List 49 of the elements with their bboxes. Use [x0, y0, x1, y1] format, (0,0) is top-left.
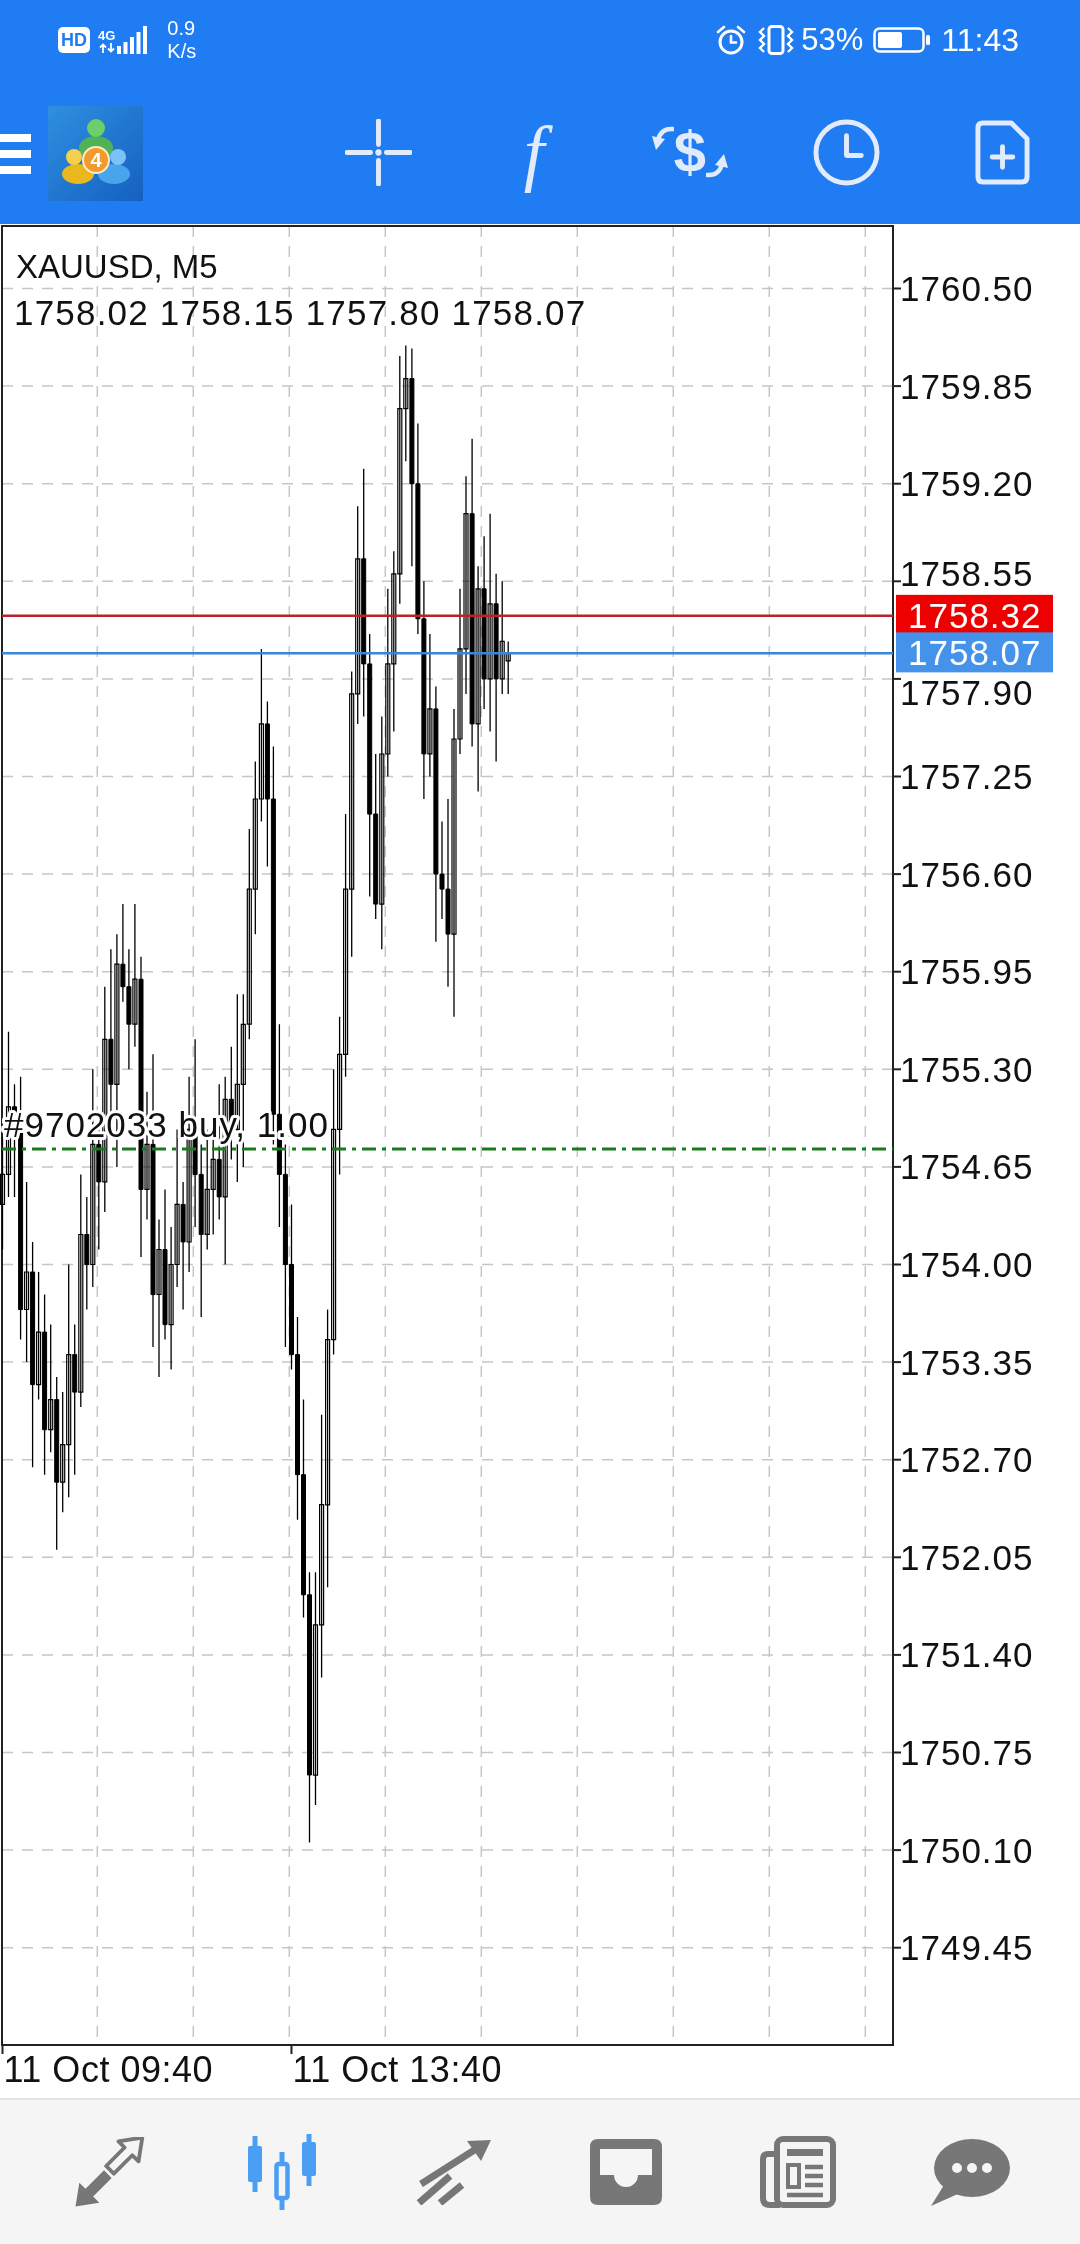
price-axis-label: 1754.00	[900, 1245, 1034, 1284]
signal-bars-icon	[117, 26, 148, 54]
menu-button[interactable]	[0, 131, 31, 177]
price-axis-label: 1753.35	[900, 1342, 1034, 1382]
price-axis-label: 1755.95	[900, 952, 1034, 992]
price-axis-label: 1750.75	[900, 1733, 1034, 1772]
status-time: 11:43	[941, 21, 1019, 59]
chat-bubble-icon	[928, 2137, 1012, 2207]
price-axis-label: 1751.40	[900, 1635, 1034, 1675]
clock-icon	[812, 118, 880, 186]
battery-icon	[873, 27, 932, 53]
app-logo-icon: 4	[48, 105, 143, 201]
price-axis-label: 1757.90	[900, 673, 1034, 713]
diagonal-arrows-icon	[73, 2137, 147, 2207]
price-axis-label: 1750.10	[900, 1830, 1034, 1870]
alarm-clock-icon	[715, 24, 748, 56]
price-axis-label: 1756.60	[900, 854, 1034, 894]
network-type-label: 4G	[98, 27, 116, 43]
newspaper-icon	[760, 2136, 836, 2208]
battery-percent: 53%	[801, 22, 864, 58]
document-plus-icon	[974, 119, 1030, 185]
price-axis-label: 1752.70	[900, 1440, 1034, 1480]
hd-indicator: HD	[58, 27, 90, 53]
price-axis-label: 1755.30	[900, 1049, 1034, 1089]
inbox-tray-icon	[590, 2139, 662, 2205]
price-axis-label: 1758.55	[900, 553, 1034, 593]
indicators-button[interactable]: f	[494, 112, 574, 192]
price-axis-label: 1759.20	[900, 464, 1034, 504]
price-axis-label: 1754.65	[900, 1147, 1034, 1187]
trade-button[interactable]: $	[650, 112, 730, 192]
menu-icon	[0, 133, 31, 175]
curved-arrow-icon	[706, 154, 729, 180]
price-axis-label: 1749.45	[900, 1928, 1034, 1968]
time-axis-label: 11 Oct 13:40	[292, 2049, 502, 2090]
trend-arrow-icon	[416, 2139, 492, 2205]
price-axis-label: 1752.05	[900, 1537, 1034, 1577]
price-axis-label: 1759.85	[900, 366, 1034, 406]
price-axis-label: 1757.25	[900, 757, 1034, 796]
ask-price-tag: 1758.32	[896, 594, 1053, 635]
time-axis-label: 11 Oct 09:40	[3, 2049, 213, 2090]
network-speed-value: 0.9	[167, 17, 197, 40]
price-axis-label: 1760.50	[900, 269, 1034, 308]
curved-arrow-icon	[651, 124, 674, 150]
data-arrows-icon	[98, 42, 115, 53]
crosshair-icon	[344, 118, 412, 186]
symbol-title: XAUUSD, M5	[16, 248, 218, 285]
ohlc-values: 1758.02 1758.15 1757.80 1758.07	[14, 293, 587, 332]
bid-price-tag: 1758.07	[896, 632, 1053, 673]
network-speed-unit: K/s	[167, 40, 197, 63]
